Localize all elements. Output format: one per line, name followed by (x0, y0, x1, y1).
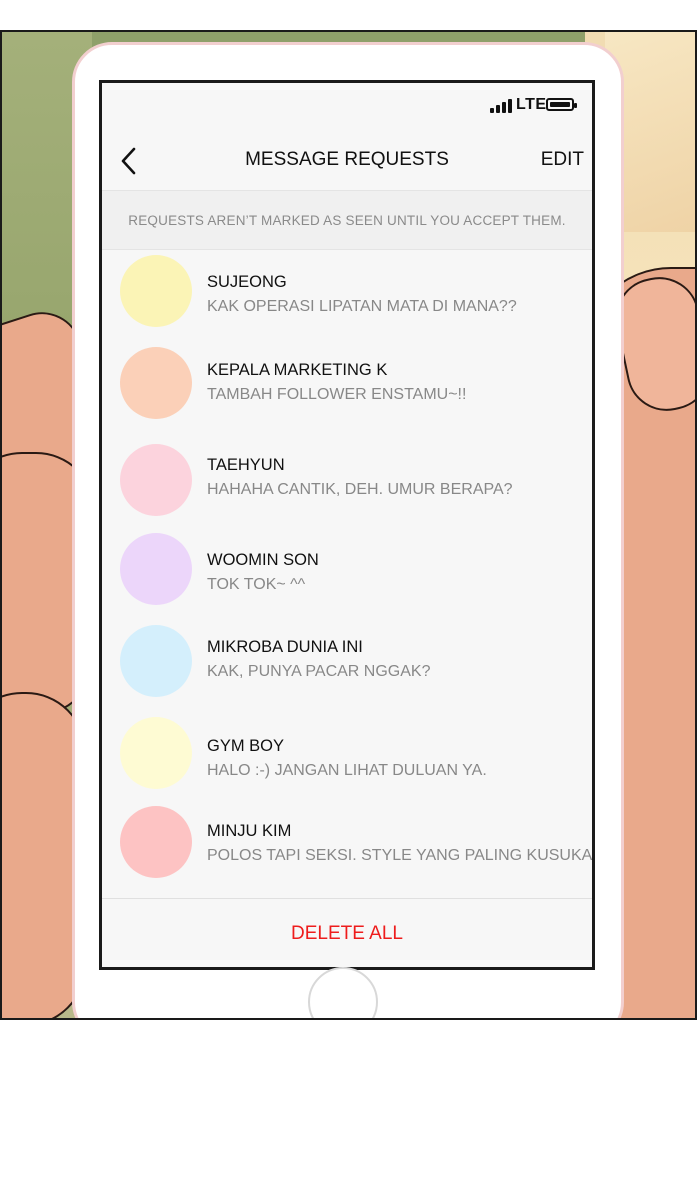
message-preview: POLOS TAPI SEKSI. STYLE YANG PALING KUSU… (207, 847, 595, 864)
message-preview: HALO :-) JANGAN LIHAT DULUAN YA. (207, 762, 487, 779)
network-label: LTE (516, 96, 547, 113)
sender-name: KEPALA MARKETING K (207, 361, 388, 379)
message-preview: TAMBAH FOLLOWER ENSTAMU~!! (207, 386, 467, 403)
message-preview: HAHAHA CANTIK, DEH. UMUR BERAPA? (207, 481, 513, 498)
avatar (120, 717, 192, 789)
avatar (120, 347, 192, 419)
battery-icon (546, 98, 577, 111)
footer-bar: DELETE ALL (102, 898, 592, 967)
sender-name: SUJEONG (207, 273, 287, 291)
sender-name: MIKROBA DUNIA INI (207, 638, 363, 656)
requests-notice: REQUESTS AREN’T MARKED AS SEEN UNTIL YOU… (102, 190, 592, 250)
signal-icon (490, 99, 514, 113)
request-item[interactable]: MIKROBA DUNIA INI KAK, PUNYA PACAR NGGAK… (102, 617, 592, 709)
sender-name: GYM BOY (207, 737, 285, 755)
request-item[interactable]: SUJEONG KAK OPERASI LIPATAN MATA DI MANA… (102, 249, 592, 341)
request-item[interactable]: MINJU KIM POLOS TAPI SEKSI. STYLE YANG P… (102, 801, 592, 893)
avatar (120, 806, 192, 878)
request-list: SUJEONG KAK OPERASI LIPATAN MATA DI MANA… (102, 249, 592, 893)
edit-button[interactable]: EDIT (541, 149, 584, 171)
avatar (120, 625, 192, 697)
request-item[interactable]: TAEHYUN HAHAHA CANTIK, DEH. UMUR BERAPA? (102, 433, 592, 525)
phone-screen: LTE MESSAGE REQUESTS EDIT REQUESTS AREN’… (99, 80, 595, 970)
comic-panel: LTE MESSAGE REQUESTS EDIT REQUESTS AREN’… (0, 30, 697, 1020)
avatar (120, 255, 192, 327)
nav-bar: MESSAGE REQUESTS EDIT (102, 133, 592, 189)
request-item[interactable]: WOOMIN SON TOK TOK~ ^^ (102, 525, 592, 617)
page-title: MESSAGE REQUESTS (245, 149, 449, 170)
message-preview: KAK, PUNYA PACAR NGGAK? (207, 663, 431, 680)
sender-name: WOOMIN SON (207, 551, 319, 569)
request-item[interactable]: GYM BOY HALO :-) JANGAN LIHAT DULUAN YA. (102, 709, 592, 801)
avatar (120, 533, 192, 605)
sender-name: TAEHYUN (207, 456, 285, 474)
status-bar: LTE (102, 83, 592, 133)
request-item[interactable]: KEPALA MARKETING K TAMBAH FOLLOWER ENSTA… (102, 341, 592, 433)
message-preview: KAK OPERASI LIPATAN MATA DI MANA?? (207, 298, 517, 315)
delete-all-button[interactable]: DELETE ALL (291, 923, 403, 945)
message-preview: TOK TOK~ ^^ (207, 576, 306, 593)
sender-name: MINJU KIM (207, 822, 292, 840)
avatar (120, 444, 192, 516)
